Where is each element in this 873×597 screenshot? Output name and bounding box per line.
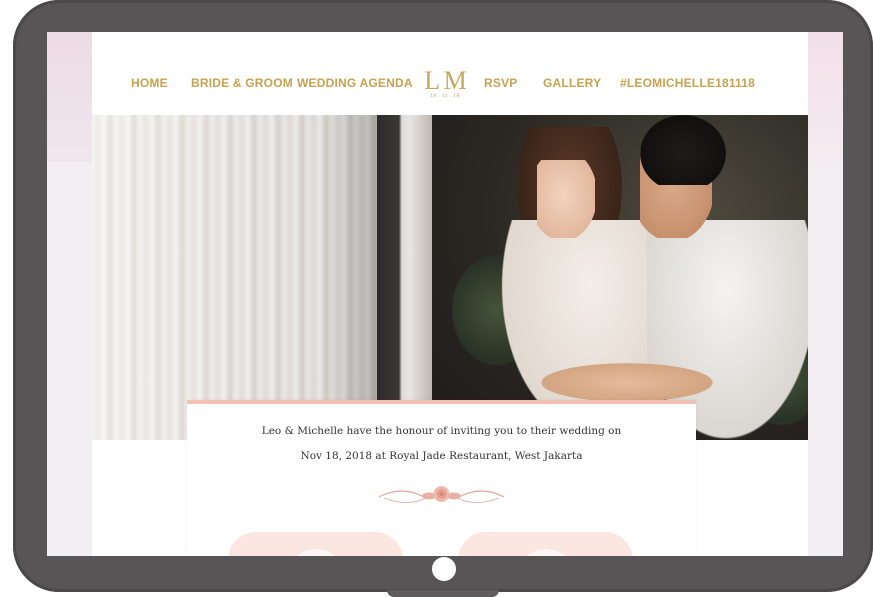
invitation-card: Leo & Michelle have the honour of inviti… <box>187 400 696 556</box>
home-button[interactable] <box>432 557 456 581</box>
nav-hashtag[interactable]: #LEOMICHELLE181118 <box>620 76 755 90</box>
rose-divider-icon <box>378 486 505 503</box>
main-navigation: HOME BRIDE & GROOM WEDDING AGENDA L M 18… <box>92 32 808 115</box>
invitation-text-line-2: Nov 18, 2018 at Royal Jade Restaurant, W… <box>300 450 583 462</box>
hero-couple-photo <box>92 115 808 440</box>
decorative-shape-right <box>458 532 633 556</box>
photo-window-frame <box>377 115 432 440</box>
nav-wedding-agenda[interactable]: WEDDING AGENDA <box>297 76 413 90</box>
background-right-gradient <box>808 32 843 162</box>
logo-monogram: L M <box>424 66 467 95</box>
photo-groom-hair <box>640 115 726 185</box>
invitation-text-line-1: Leo & Michelle have the honour of inviti… <box>261 425 622 437</box>
wedding-website: HOME BRIDE & GROOM WEDDING AGENDA L M 18… <box>92 32 808 556</box>
tablet-screen: HOME BRIDE & GROOM WEDDING AGENDA L M 18… <box>47 32 843 556</box>
site-logo[interactable]: L M 18 . 11 . 18 <box>422 68 468 104</box>
decorative-shape-inner <box>516 549 576 556</box>
decorative-shape-left <box>228 532 403 556</box>
nav-home[interactable]: HOME <box>131 76 168 90</box>
curtain-shade <box>92 115 377 440</box>
photo-embrace <box>527 360 727 405</box>
decorative-shape-inner <box>286 549 346 556</box>
nav-gallery[interactable]: GALLERY <box>543 76 601 90</box>
background-left-gradient <box>47 32 92 162</box>
nav-rsvp[interactable]: RSVP <box>484 76 517 90</box>
device-stand <box>387 590 499 597</box>
nav-bride-groom[interactable]: BRIDE & GROOM <box>191 76 293 90</box>
photo-bride-face <box>537 160 595 238</box>
